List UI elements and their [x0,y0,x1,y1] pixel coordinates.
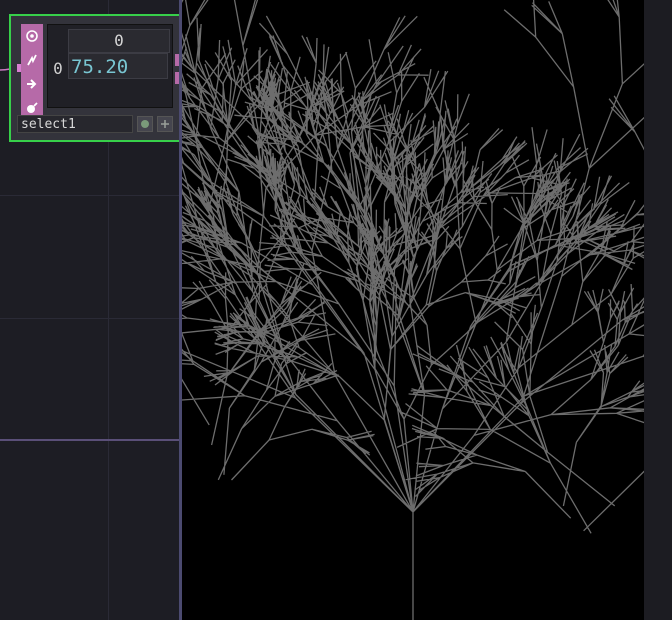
node-viewer-toggle-button[interactable] [137,116,153,132]
node-footer: select1 [17,115,180,133]
select-chop-node[interactable]: 0 0 75.20 select1 [9,14,180,142]
grid-line [0,318,180,319]
sample-index: 0 [53,59,63,78]
node-name-label[interactable]: select1 [17,115,133,133]
channel-value: 75.20 [68,53,168,79]
dot-icon [141,120,149,128]
plus-icon [161,120,169,128]
branch-render [182,0,644,620]
branch-lines [182,0,644,620]
render-viewer[interactable] [182,0,644,620]
side-panel [644,0,672,620]
grid-line [0,195,180,196]
bypass-flag-icon[interactable] [24,52,40,68]
network-editor[interactable]: 0 0 75.20 select1 [0,0,180,620]
viewer-flag-icon[interactable] [24,100,40,116]
node-flag-strip [21,24,43,120]
node-add-button[interactable] [157,116,173,132]
node-viewer[interactable]: 0 0 75.20 [47,24,173,108]
cook-flag-icon[interactable] [24,28,40,44]
connection-wire [0,439,180,441]
channel-header: 0 [68,29,170,53]
display-flag-icon[interactable] [24,76,40,92]
